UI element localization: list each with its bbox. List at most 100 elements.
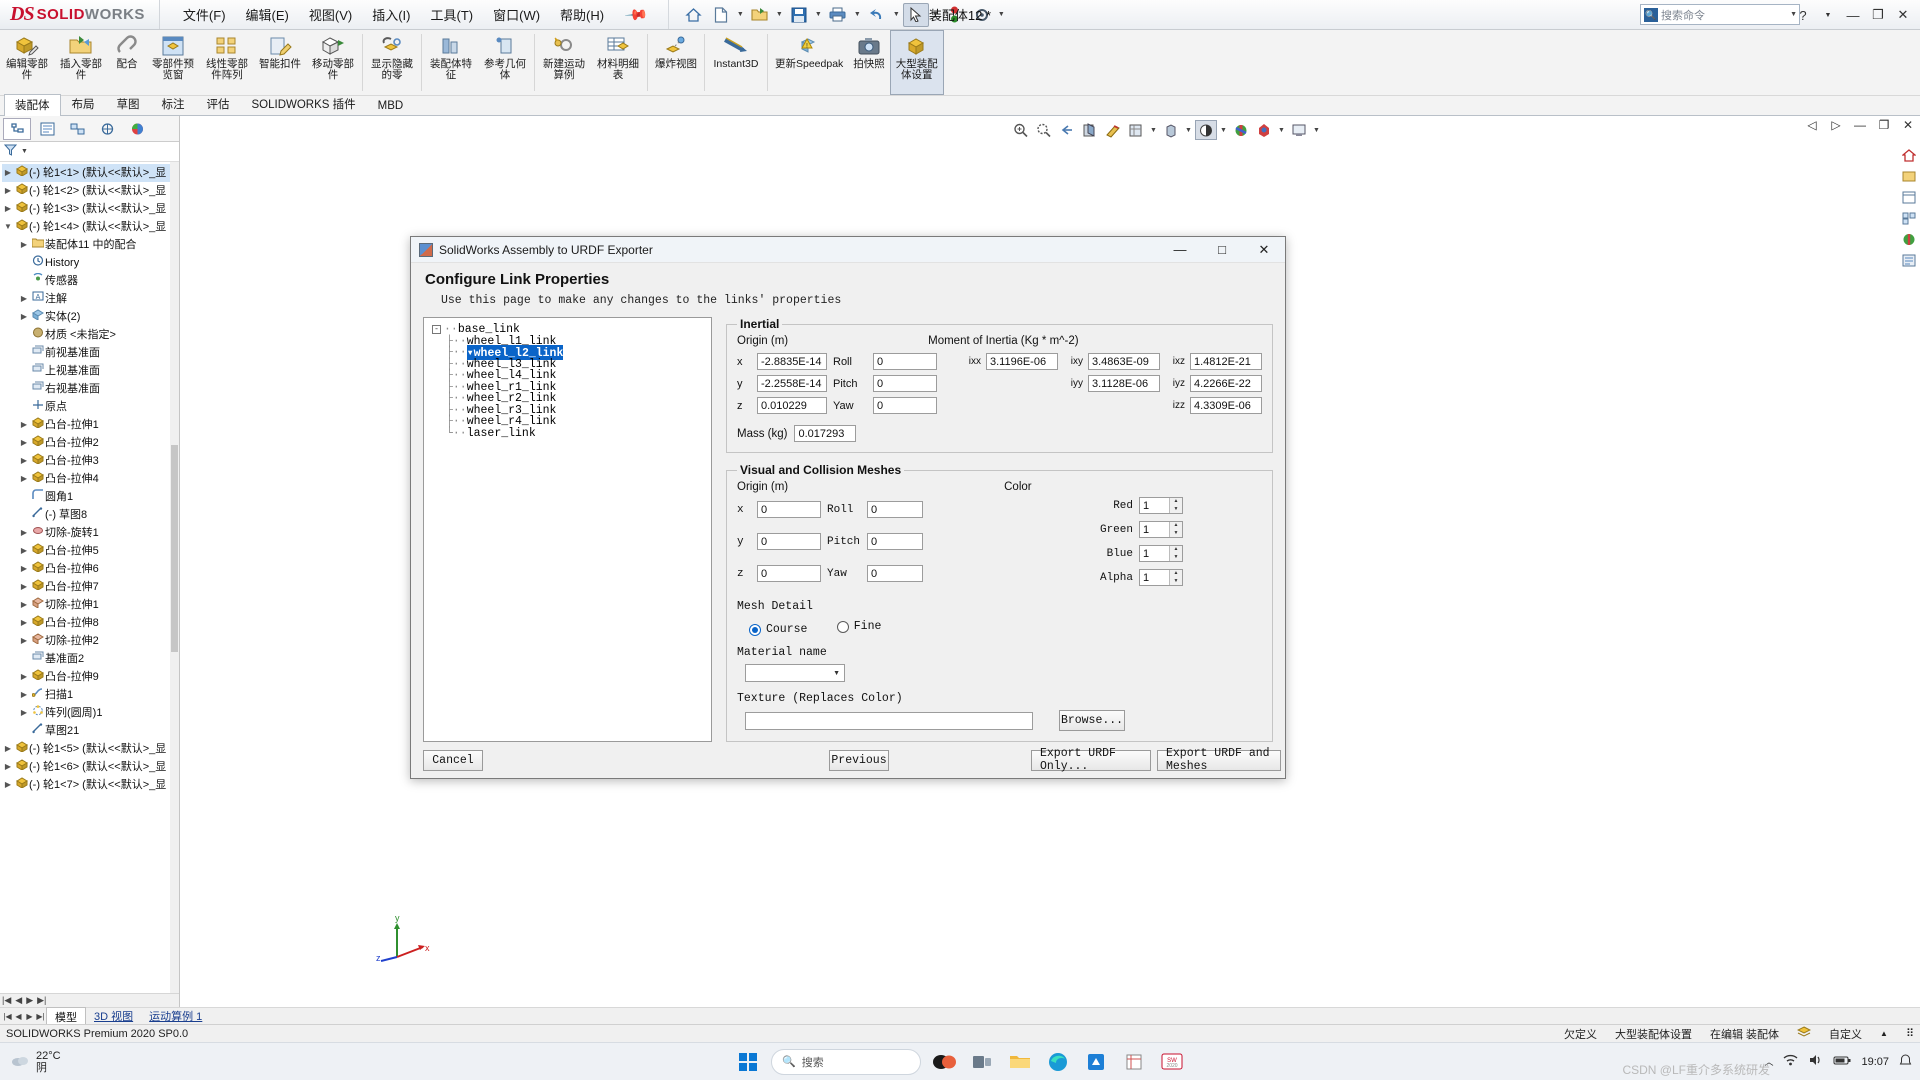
tab-solidworks-addins[interactable]: SOLIDWORKS 插件 bbox=[241, 93, 367, 115]
design-library-icon[interactable] bbox=[1900, 167, 1918, 185]
section-view-icon[interactable] bbox=[1079, 120, 1101, 140]
feature-tree-item[interactable]: ▶ 凸台-拉伸7 bbox=[2, 578, 179, 596]
solidworks-icon[interactable]: SW 2020 bbox=[1157, 1047, 1187, 1077]
ribbon-edit-component[interactable]: 编辑零部件 bbox=[0, 30, 54, 95]
menu-insert[interactable]: 插入(I) bbox=[363, 1, 419, 28]
open-dropdown-caret[interactable]: ▼ bbox=[774, 11, 785, 18]
filter-dropdown-caret[interactable]: ▼ bbox=[21, 148, 28, 155]
configuration-manager-icon[interactable] bbox=[63, 118, 91, 140]
weather-widget[interactable]: 22°C 阴 bbox=[0, 1050, 61, 1074]
bottom-nav-last[interactable]: ▶| bbox=[35, 1012, 46, 1021]
visual-pitch-field[interactable]: 0 bbox=[867, 533, 923, 550]
status-layer-icon[interactable] bbox=[1796, 1026, 1812, 1041]
cancel-button[interactable]: Cancel bbox=[423, 749, 483, 771]
bottom-nav-next[interactable]: ▶ bbox=[24, 1012, 35, 1021]
doc-nav-left[interactable]: ◁ bbox=[1804, 118, 1820, 132]
ribbon-reference-geometry[interactable]: 参考几何体 bbox=[478, 30, 532, 95]
menu-window[interactable]: 窗口(W) bbox=[484, 1, 549, 28]
ribbon-instant3d[interactable]: Instant3D bbox=[707, 30, 765, 95]
previous-view-icon[interactable] bbox=[1056, 120, 1078, 140]
print-dropdown-caret[interactable]: ▼ bbox=[852, 11, 863, 18]
feature-tree-icon[interactable] bbox=[3, 117, 31, 140]
ribbon-linear-pattern[interactable]: 线性零部件阵列 bbox=[200, 30, 254, 95]
doc-restore[interactable]: ❐ bbox=[1876, 118, 1892, 132]
mesh-detail-fine-radio[interactable]: Fine bbox=[836, 620, 881, 633]
open-folder-icon[interactable] bbox=[747, 3, 773, 27]
export-urdf-and-meshes-button[interactable]: Export URDF and Meshes bbox=[1157, 747, 1281, 773]
expand-toggle-icon[interactable]: ▼ bbox=[2, 218, 14, 236]
feature-tree-item[interactable]: ▶ 切除-拉伸2 bbox=[2, 632, 179, 650]
doc-nav-right[interactable]: ▷ bbox=[1828, 118, 1844, 132]
tab-sketch[interactable]: 草图 bbox=[106, 93, 151, 115]
save-dropdown-caret[interactable]: ▼ bbox=[813, 11, 824, 18]
tab-markup[interactable]: 标注 bbox=[151, 93, 196, 115]
menu-view[interactable]: 视图(V) bbox=[300, 1, 361, 28]
inertial-x-field[interactable]: -2.8835E-14 bbox=[757, 353, 827, 370]
visual-x-field[interactable]: 0 bbox=[757, 501, 821, 518]
feature-tree[interactable]: ▶ (-) 轮1<1> (默认<<默认>_显 ▶ (-) 轮1<2> (默认<<默认>… bbox=[0, 162, 179, 993]
iyy-field[interactable]: 3.1128E-06 bbox=[1088, 375, 1160, 392]
ribbon-snapshot[interactable]: 拍快照 bbox=[848, 30, 890, 95]
feature-tree-item[interactable]: ▶ 凸台-拉伸2 bbox=[2, 434, 179, 452]
dialog-minimize-button[interactable]: — bbox=[1159, 237, 1201, 263]
inertial-z-field[interactable]: 0.010229 bbox=[757, 397, 827, 414]
feature-tree-item[interactable]: ▶ 凸台-拉伸6 bbox=[2, 560, 179, 578]
minimize-button[interactable]: — bbox=[1842, 4, 1864, 26]
menu-tools[interactable]: 工具(T) bbox=[422, 1, 483, 28]
inertial-roll-field[interactable]: 0 bbox=[873, 353, 937, 370]
material-name-select[interactable]: ▼ bbox=[745, 664, 845, 682]
feature-tree-item[interactable]: 右视基准面 bbox=[2, 380, 179, 398]
red-spinner[interactable]: 1 ▲ ▼ bbox=[1139, 497, 1183, 514]
bottom-nav-first[interactable]: |◀ bbox=[2, 1012, 13, 1021]
feature-tree-item[interactable]: 圆角1 bbox=[2, 488, 179, 506]
bottom-tab-3dviews[interactable]: 3D 视图 bbox=[86, 1007, 141, 1025]
inertial-pitch-field[interactable]: 0 bbox=[873, 375, 937, 392]
volume-icon[interactable] bbox=[1808, 1054, 1823, 1069]
tab-layout[interactable]: 布局 bbox=[61, 93, 106, 115]
ribbon-assembly-feature[interactable]: 装配体特征 bbox=[424, 30, 478, 95]
feature-tree-item[interactable]: ▶ 凸台-拉伸4 bbox=[2, 470, 179, 488]
feature-tree-item[interactable]: ▶ (-) 轮1<5> (默认<<默认>_显 bbox=[2, 740, 179, 758]
blue-spinner-arrows[interactable]: ▲ ▼ bbox=[1169, 546, 1182, 561]
expand-toggle-icon[interactable]: ▶ bbox=[2, 200, 14, 218]
feature-tree-item[interactable]: ▶ (-) 轮1<1> (默认<<默认>_显 bbox=[2, 164, 179, 182]
expand-toggle-icon[interactable]: ▶ bbox=[18, 236, 30, 254]
visual-z-field[interactable]: 0 bbox=[757, 565, 821, 582]
expand-toggle-icon[interactable]: ▶ bbox=[18, 452, 30, 470]
expand-toggle-icon[interactable]: ▶ bbox=[18, 632, 30, 650]
texture-path-field[interactable] bbox=[745, 711, 1033, 730]
feature-tree-item[interactable]: ▶ 装配体11 中的配合 bbox=[2, 236, 179, 254]
tab-mbd[interactable]: MBD bbox=[367, 97, 415, 115]
expand-toggle-icon[interactable]: ▶ bbox=[2, 182, 14, 200]
network-icon[interactable] bbox=[1783, 1054, 1798, 1069]
expand-toggle-icon[interactable]: ▶ bbox=[2, 164, 14, 182]
restore-button[interactable]: ❐ bbox=[1867, 4, 1889, 26]
file-explorer-icon[interactable] bbox=[1005, 1047, 1035, 1077]
ixy-field[interactable]: 3.4863E-09 bbox=[1088, 353, 1160, 370]
ribbon-show-hidden[interactable]: 显示隐藏的零 bbox=[365, 30, 419, 95]
options-dropdown-caret[interactable]: ▼ bbox=[996, 11, 1007, 18]
select-arrow-icon[interactable] bbox=[902, 2, 929, 27]
zoom-to-area-icon[interactable] bbox=[1033, 120, 1055, 140]
ribbon-smart-fastener[interactable]: 智能扣件 bbox=[254, 30, 306, 95]
feature-tree-item[interactable]: ▶ 阵列(圆周)1 bbox=[2, 704, 179, 722]
visual-y-field[interactable]: 0 bbox=[757, 533, 821, 550]
previous-button[interactable]: Previous bbox=[829, 749, 889, 771]
inertial-y-field[interactable]: -2.2558E-14 bbox=[757, 375, 827, 392]
feature-tree-item[interactable]: ▼ (-) 轮1<4> (默认<<默认>_显 bbox=[2, 218, 179, 236]
ixz-field[interactable]: 1.4812E-21 bbox=[1190, 353, 1262, 370]
copilot-icon[interactable] bbox=[929, 1047, 959, 1077]
ribbon-motion-study[interactable]: 新建运动算例 bbox=[537, 30, 591, 95]
feature-tree-item[interactable]: ▶ 凸台-拉伸9 bbox=[2, 668, 179, 686]
view-settings-icon[interactable] bbox=[1253, 120, 1275, 140]
start-button[interactable] bbox=[733, 1047, 763, 1077]
feature-tree-item[interactable]: 前视基准面 bbox=[2, 344, 179, 362]
doc-close[interactable]: ✕ bbox=[1900, 118, 1916, 132]
tab-assembly[interactable]: 装配体 bbox=[4, 94, 61, 116]
view-settings-caret[interactable]: ▼ bbox=[1276, 127, 1287, 134]
collapse-toggle-icon[interactable]: - bbox=[432, 325, 441, 335]
feature-tree-item[interactable]: 上视基准面 bbox=[2, 362, 179, 380]
task-view-icon[interactable] bbox=[967, 1047, 997, 1077]
taskbar-search[interactable]: 🔍 搜索 bbox=[771, 1048, 921, 1075]
ribbon-exploded-view[interactable]: 爆炸视图 bbox=[650, 30, 702, 95]
